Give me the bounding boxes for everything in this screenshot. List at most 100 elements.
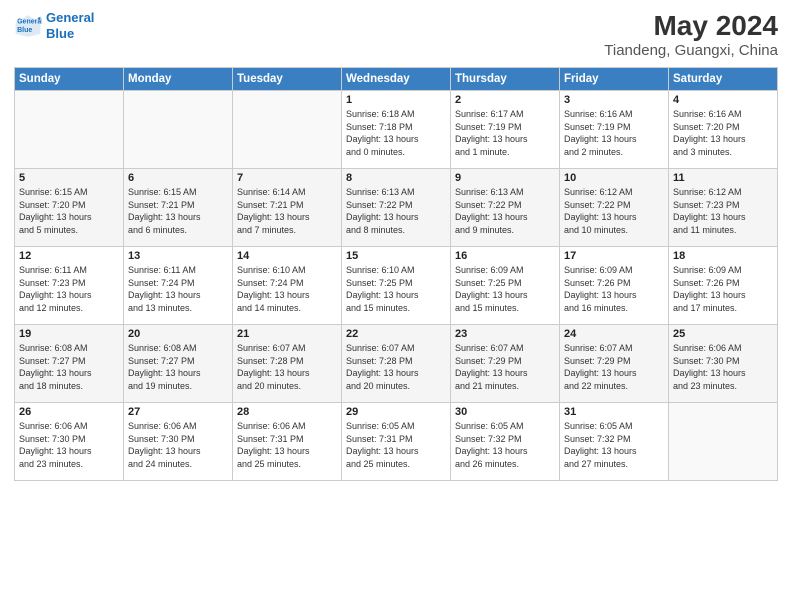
logo-text: General Blue — [46, 10, 94, 41]
day-detail: Sunrise: 6:12 AM Sunset: 7:22 PM Dayligh… — [564, 187, 637, 235]
location: Tiandeng, Guangxi, China — [604, 42, 778, 59]
day-number: 8 — [346, 172, 446, 184]
day-detail: Sunrise: 6:05 AM Sunset: 7:31 PM Dayligh… — [346, 421, 419, 469]
day-detail: Sunrise: 6:07 AM Sunset: 7:29 PM Dayligh… — [455, 343, 528, 391]
title-block: May 2024 Tiandeng, Guangxi, China — [604, 10, 778, 59]
day-number: 24 — [564, 328, 664, 340]
day-number: 11 — [673, 172, 773, 184]
calendar-week-5: 26Sunrise: 6:06 AM Sunset: 7:30 PM Dayli… — [15, 403, 778, 481]
day-detail: Sunrise: 6:07 AM Sunset: 7:28 PM Dayligh… — [237, 343, 310, 391]
calendar-cell: 16 Sunrise: 6:09 AM Sunset: 7:25 PM Dayli… — [451, 247, 560, 325]
calendar-cell: 23 Sunrise: 6:07 AM Sunset: 7:29 PM Dayli… — [451, 325, 560, 403]
calendar-cell: 17Sunrise: 6:09 AM Sunset: 7:26 PM Dayli… — [560, 247, 669, 325]
day-number: 7 — [237, 172, 337, 184]
day-number: 21 — [237, 328, 337, 340]
day-detail: Sunrise: 6:09 AM Sunset: 7:26 PM Dayligh… — [673, 265, 746, 313]
calendar-cell — [124, 91, 233, 169]
day-detail: Sunrise: 6:12 AM Sunset: 7:23 PM Dayligh… — [673, 187, 746, 235]
day-number: 23 — [455, 328, 555, 340]
day-number: 1 — [346, 94, 446, 106]
day-detail: Sunrise: 6:15 AM Sunset: 7:20 PM Dayligh… — [19, 187, 92, 235]
calendar-cell: 19Sunrise: 6:08 AM Sunset: 7:27 PM Dayli… — [15, 325, 124, 403]
day-header-monday: Monday — [124, 68, 233, 91]
calendar-cell — [15, 91, 124, 169]
day-number: 5 — [19, 172, 119, 184]
calendar-cell: 24Sunrise: 6:07 AM Sunset: 7:29 PM Dayli… — [560, 325, 669, 403]
calendar-cell: 1 Sunrise: 6:18 AM Sunset: 7:18 PM Daylig… — [342, 91, 451, 169]
calendar-cell — [233, 91, 342, 169]
calendar-cell: 18 Sunrise: 6:09 AM Sunset: 7:26 PM Dayli… — [669, 247, 778, 325]
day-header-saturday: Saturday — [669, 68, 778, 91]
calendar-cell: 6 Sunrise: 6:15 AM Sunset: 7:21 PM Daylig… — [124, 169, 233, 247]
day-detail: Sunrise: 6:17 AM Sunset: 7:19 PM Dayligh… — [455, 109, 528, 157]
calendar-cell: 26Sunrise: 6:06 AM Sunset: 7:30 PM Dayli… — [15, 403, 124, 481]
day-detail: Sunrise: 6:10 AM Sunset: 7:24 PM Dayligh… — [237, 265, 310, 313]
calendar-cell: 21 Sunrise: 6:07 AM Sunset: 7:28 PM Dayli… — [233, 325, 342, 403]
day-number: 31 — [564, 406, 664, 418]
day-number: 13 — [128, 250, 228, 262]
calendar-cell: 2 Sunrise: 6:17 AM Sunset: 7:19 PM Daylig… — [451, 91, 560, 169]
calendar-week-3: 12 Sunrise: 6:11 AM Sunset: 7:23 PM Dayli… — [15, 247, 778, 325]
day-detail: Sunrise: 6:07 AM Sunset: 7:28 PM Dayligh… — [346, 343, 419, 391]
logo-icon: General Blue — [14, 12, 42, 40]
calendar-cell: 31Sunrise: 6:05 AM Sunset: 7:32 PM Dayli… — [560, 403, 669, 481]
calendar-page: General Blue General Blue May 2024 Tiand… — [0, 0, 792, 612]
day-number: 12 — [19, 250, 119, 262]
day-number: 29 — [346, 406, 446, 418]
calendar-cell: 29 Sunrise: 6:05 AM Sunset: 7:31 PM Dayli… — [342, 403, 451, 481]
calendar-cell: 20Sunrise: 6:08 AM Sunset: 7:27 PM Dayli… — [124, 325, 233, 403]
day-detail: Sunrise: 6:16 AM Sunset: 7:19 PM Dayligh… — [564, 109, 637, 157]
calendar-cell: 11 Sunrise: 6:12 AM Sunset: 7:23 PM Dayli… — [669, 169, 778, 247]
day-header-tuesday: Tuesday — [233, 68, 342, 91]
day-detail: Sunrise: 6:14 AM Sunset: 7:21 PM Dayligh… — [237, 187, 310, 235]
day-detail: Sunrise: 6:08 AM Sunset: 7:27 PM Dayligh… — [19, 343, 92, 391]
day-header-friday: Friday — [560, 68, 669, 91]
day-number: 16 — [455, 250, 555, 262]
day-number: 30 — [455, 406, 555, 418]
day-detail: Sunrise: 6:10 AM Sunset: 7:25 PM Dayligh… — [346, 265, 419, 313]
day-number: 10 — [564, 172, 664, 184]
day-detail: Sunrise: 6:15 AM Sunset: 7:21 PM Dayligh… — [128, 187, 201, 235]
calendar-cell: 15Sunrise: 6:10 AM Sunset: 7:25 PM Dayli… — [342, 247, 451, 325]
calendar-table: SundayMondayTuesdayWednesdayThursdayFrid… — [14, 67, 778, 481]
calendar-cell: 27 Sunrise: 6:06 AM Sunset: 7:30 PM Dayli… — [124, 403, 233, 481]
day-detail: Sunrise: 6:06 AM Sunset: 7:31 PM Dayligh… — [237, 421, 310, 469]
svg-text:General: General — [17, 18, 42, 25]
calendar-cell — [669, 403, 778, 481]
calendar-cell: 3 Sunrise: 6:16 AM Sunset: 7:19 PM Daylig… — [560, 91, 669, 169]
calendar-cell: 14 Sunrise: 6:10 AM Sunset: 7:24 PM Dayli… — [233, 247, 342, 325]
day-number: 6 — [128, 172, 228, 184]
day-number: 3 — [564, 94, 664, 106]
day-detail: Sunrise: 6:11 AM Sunset: 7:24 PM Dayligh… — [128, 265, 201, 313]
day-number: 22 — [346, 328, 446, 340]
day-number: 28 — [237, 406, 337, 418]
calendar-cell: 8Sunrise: 6:13 AM Sunset: 7:22 PM Daylig… — [342, 169, 451, 247]
svg-text:Blue: Blue — [17, 27, 32, 34]
calendar-week-4: 19Sunrise: 6:08 AM Sunset: 7:27 PM Dayli… — [15, 325, 778, 403]
day-detail: Sunrise: 6:18 AM Sunset: 7:18 PM Dayligh… — [346, 109, 419, 157]
day-detail: Sunrise: 6:09 AM Sunset: 7:25 PM Dayligh… — [455, 265, 528, 313]
day-number: 18 — [673, 250, 773, 262]
day-number: 25 — [673, 328, 773, 340]
day-number: 27 — [128, 406, 228, 418]
month-year: May 2024 — [604, 10, 778, 42]
calendar-cell: 12 Sunrise: 6:11 AM Sunset: 7:23 PM Dayli… — [15, 247, 124, 325]
day-detail: Sunrise: 6:06 AM Sunset: 7:30 PM Dayligh… — [673, 343, 746, 391]
day-detail: Sunrise: 6:13 AM Sunset: 7:22 PM Dayligh… — [455, 187, 528, 235]
logo: General Blue General Blue — [14, 10, 94, 41]
day-number: 2 — [455, 94, 555, 106]
day-number: 14 — [237, 250, 337, 262]
calendar-cell: 22 Sunrise: 6:07 AM Sunset: 7:28 PM Dayli… — [342, 325, 451, 403]
calendar-cell: 9Sunrise: 6:13 AM Sunset: 7:22 PM Daylig… — [451, 169, 560, 247]
calendar-cell: 4 Sunrise: 6:16 AM Sunset: 7:20 PM Daylig… — [669, 91, 778, 169]
day-number: 20 — [128, 328, 228, 340]
day-detail: Sunrise: 6:11 AM Sunset: 7:23 PM Dayligh… — [19, 265, 92, 313]
day-number: 17 — [564, 250, 664, 262]
day-header-thursday: Thursday — [451, 68, 560, 91]
calendar-cell: 5 Sunrise: 6:15 AM Sunset: 7:20 PM Daylig… — [15, 169, 124, 247]
day-detail: Sunrise: 6:16 AM Sunset: 7:20 PM Dayligh… — [673, 109, 746, 157]
day-detail: Sunrise: 6:06 AM Sunset: 7:30 PM Dayligh… — [128, 421, 201, 469]
calendar-cell: 25 Sunrise: 6:06 AM Sunset: 7:30 PM Dayli… — [669, 325, 778, 403]
day-number: 4 — [673, 94, 773, 106]
calendar-cell: 28 Sunrise: 6:06 AM Sunset: 7:31 PM Dayli… — [233, 403, 342, 481]
